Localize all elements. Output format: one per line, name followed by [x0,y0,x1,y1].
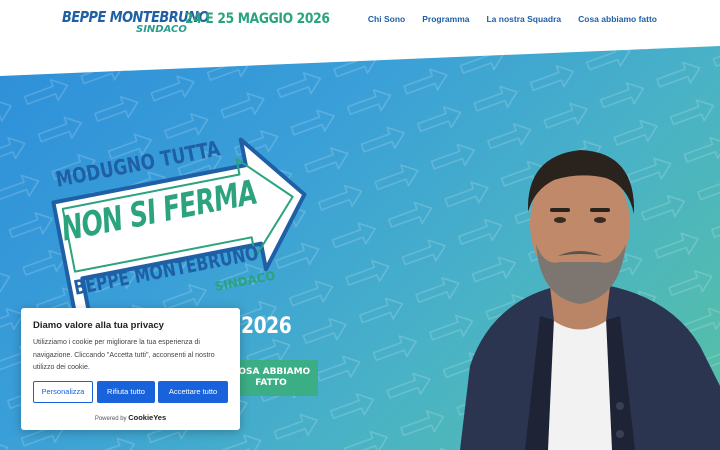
logo-role: SINDACO [136,24,187,35]
nav-squadra[interactable]: La nostra Squadra [486,14,561,24]
main-nav: Chi Sono Programma La nostra Squadra Cos… [351,14,657,24]
cookieyes-logo: CookieYes [128,413,167,422]
cookie-accept-button[interactable]: Accettare tutto [158,381,228,403]
nav-chi-sono[interactable]: Chi Sono [368,14,405,24]
cookie-customize-button[interactable]: Personalizza [33,381,93,403]
cta-line-2: FATTO [255,378,287,388]
nav-cosa-abbiamo-fatto[interactable]: Cosa abbiamo fatto [578,14,657,24]
nav-programma[interactable]: Programma [422,14,469,24]
cta-line-1: COSA ABBIAMO [231,367,311,377]
site-header: BEPPE MONTEBRUNO SINDACO 24 E 25 MAGGIO … [0,0,720,46]
cookie-body: Utilizziamo i cookie per migliorare la t… [33,339,215,371]
cookie-reject-button[interactable]: Rifiuta tutto [97,381,155,403]
campaign-line-3: BEPPE MONTEBRUNO [71,240,261,300]
cookie-title: Diamo valore alla tua privacy [33,320,164,331]
candidate-photo [460,150,720,450]
powered-prefix: Powered by [94,416,127,422]
cookie-consent-banner: Diamo valore alla tua privacy Utilizziam… [21,308,240,430]
cookie-powered-by[interactable]: Powered by CookieYes [21,413,240,422]
campaign-line-4: SINDACO [213,268,277,294]
page: BEPPE MONTEBRUNO SINDACO 24 E 25 MAGGIO … [0,0,720,450]
hero-year: 2026 [241,314,292,339]
election-dates: 24 E 25 MAGGIO 2026 [185,11,330,27]
